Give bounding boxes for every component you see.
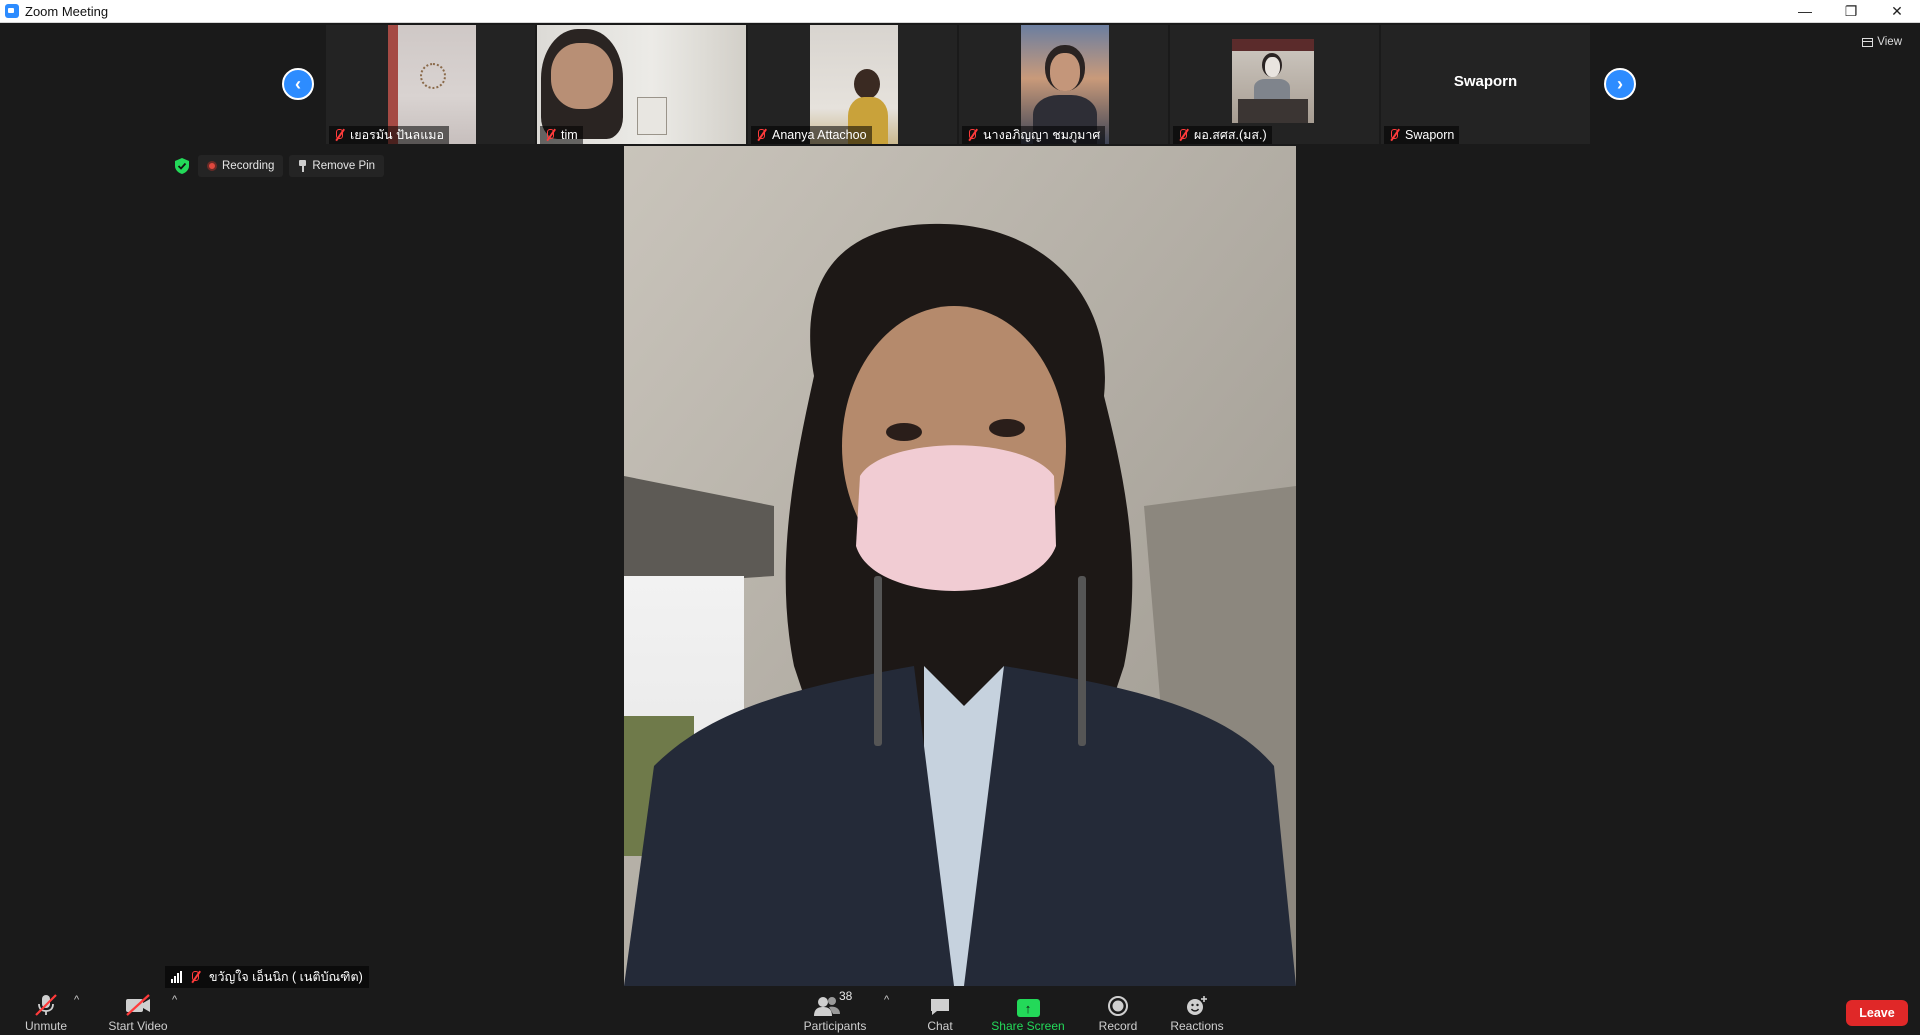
remove-pin-label: Remove Pin	[312, 160, 376, 172]
mic-muted-icon	[1387, 128, 1401, 142]
participant-tile[interactable]: Ananya Attachoo	[748, 25, 957, 144]
active-speaker-name: ขวัญใจ เอ็นนิก ( เนติบัณฑิต)	[209, 970, 363, 984]
pinned-participant-video[interactable]	[624, 146, 1296, 986]
microphone-muted-icon	[33, 991, 59, 1017]
participant-name-label: Ananya Attachoo	[751, 126, 872, 144]
restore-button[interactable]: ❐	[1828, 0, 1874, 23]
video-options-caret[interactable]: ^	[172, 994, 177, 1006]
participant-tile[interactable]: Swaporn Swaporn	[1381, 25, 1590, 144]
participant-name-label: ผอ.สศส.(มส.)	[1173, 126, 1272, 144]
reactions-label: Reactions	[1170, 1019, 1224, 1033]
leave-meeting-button[interactable]: Leave	[1846, 1000, 1908, 1026]
start-video-label: Start Video	[108, 1019, 168, 1033]
filmstrip-next-button[interactable]: ›	[1604, 68, 1636, 100]
chevron-right-icon: ›	[1617, 73, 1623, 94]
unmute-button[interactable]: Unmute	[22, 991, 70, 1033]
participant-video	[1232, 39, 1314, 123]
participants-options-caret[interactable]: ^	[884, 994, 889, 1006]
chat-bubble-icon	[929, 991, 951, 1017]
start-video-button[interactable]: Start Video	[106, 991, 170, 1033]
chat-button[interactable]: Chat	[918, 991, 962, 1033]
video-camera-off-icon	[124, 991, 152, 1017]
share-screen-icon: ↑	[1016, 991, 1040, 1017]
recording-indicator[interactable]: Recording	[198, 155, 284, 177]
reactions-button[interactable]: Reactions	[1168, 991, 1226, 1033]
record-label: Record	[1098, 1019, 1138, 1033]
participant-name-label: Swaporn	[1384, 126, 1460, 144]
view-button-label: View	[1877, 36, 1902, 48]
close-button[interactable]: ✕	[1874, 0, 1920, 23]
active-speaker-label: ขวัญใจ เอ็นนิก ( เนติบัณฑิต)	[165, 966, 369, 988]
chat-label: Chat	[927, 1019, 953, 1033]
zoom-app-icon	[5, 4, 19, 18]
chevron-left-icon: ‹	[295, 73, 301, 94]
zoom-meeting-window: Zoom Meeting — ❐ ✕ ‹ › เยอรมัน ปันลแมอ t…	[0, 0, 1920, 1035]
mic-muted-icon	[965, 128, 979, 142]
minimize-button[interactable]: —	[1782, 0, 1828, 23]
pin-icon	[298, 160, 307, 172]
filmstrip-prev-button[interactable]: ‹	[282, 68, 314, 100]
mic-muted-icon	[543, 128, 557, 142]
smiley-plus-icon	[1185, 991, 1209, 1017]
participants-button[interactable]: 38 Participants	[800, 989, 870, 1033]
connection-signal-icon	[171, 971, 182, 983]
encryption-shield-icon[interactable]	[172, 156, 192, 176]
mic-muted-icon	[754, 128, 768, 142]
participant-name-label: นางอภิญญา ชมภูมาศ	[962, 126, 1106, 144]
share-screen-label: Share Screen	[991, 1019, 1065, 1033]
participant-filmstrip: เยอรมัน ปันลแมอ tim Ananya Attachoo นางอ…	[326, 25, 1592, 144]
participant-tile[interactable]: เยอรมัน ปันลแมอ	[326, 25, 535, 144]
audio-options-caret[interactable]: ^	[74, 994, 79, 1006]
mic-muted-icon	[188, 970, 202, 984]
participant-tile[interactable]: ผอ.สศส.(มส.)	[1170, 25, 1379, 144]
recording-label: Recording	[222, 160, 275, 172]
view-button[interactable]: View	[1856, 32, 1908, 52]
participants-label: Participants	[803, 1019, 867, 1033]
record-icon	[1107, 991, 1129, 1017]
record-button[interactable]: Record	[1094, 991, 1142, 1033]
mic-muted-icon	[332, 128, 346, 142]
mic-muted-icon	[1176, 128, 1190, 142]
participant-tile[interactable]: tim	[537, 25, 746, 144]
participant-name-label: tim	[540, 126, 583, 144]
share-screen-button[interactable]: ↑ Share Screen	[990, 991, 1066, 1033]
record-dot-icon	[207, 161, 217, 171]
gallery-view-icon	[1862, 37, 1874, 47]
meeting-toolbar: Unmute ^ Start Video ^ 38 Participants ^…	[0, 988, 1920, 1035]
video-frame-illustration	[624, 146, 1296, 986]
remove-pin-button[interactable]: Remove Pin	[289, 155, 385, 177]
participants-count: 38	[839, 989, 853, 1003]
unmute-label: Unmute	[24, 1019, 68, 1033]
meeting-status-bar: Recording Remove Pin	[172, 155, 385, 177]
participant-name-label: เยอรมัน ปันลแมอ	[329, 126, 450, 144]
participant-tile[interactable]: นางอภิญญา ชมภูมาศ	[959, 25, 1168, 144]
participants-icon: 38	[814, 989, 855, 1017]
window-title: Zoom Meeting	[25, 3, 109, 19]
title-bar: Zoom Meeting — ❐ ✕	[0, 0, 1920, 23]
participant-display-name: Swaporn	[1453, 73, 1518, 90]
